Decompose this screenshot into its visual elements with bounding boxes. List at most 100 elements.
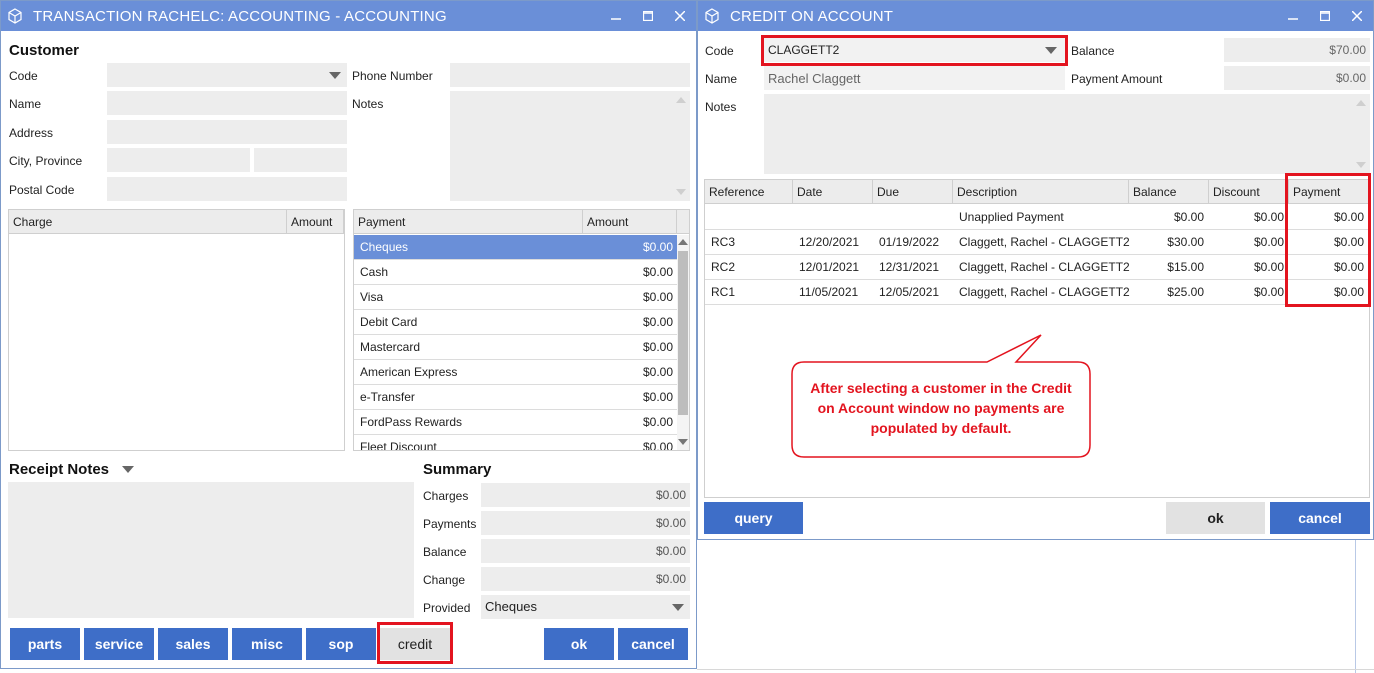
chevron-down-icon (672, 604, 684, 611)
change-label: Change (423, 573, 466, 587)
sop-button[interactable]: sop (306, 628, 376, 660)
balance-cell: $0.00 (1173, 210, 1204, 224)
transaction-window: TRANSACTION RACHELC: ACCOUNTING - ACCOUN… (0, 0, 697, 669)
city-province-label: City, Province (9, 154, 83, 168)
scroll-up-icon[interactable] (1356, 100, 1366, 106)
balance-label: Balance (1071, 44, 1115, 58)
payment-row[interactable]: FordPass Rewards $0.00 (354, 410, 677, 435)
phone-number-field[interactable] (450, 63, 690, 87)
payment-row[interactable]: Mastercard $0.00 (354, 335, 677, 360)
charges-field: $0.00 (481, 483, 690, 507)
change-value: $0.00 (655, 572, 686, 586)
provided-select[interactable]: Cheques (481, 595, 690, 619)
close-icon[interactable] (1341, 1, 1373, 31)
parts-button[interactable]: parts (10, 628, 80, 660)
date-column-header[interactable]: Date (793, 180, 873, 204)
name-value: Rachel Claggett (768, 71, 861, 86)
sales-button[interactable]: sales (158, 628, 228, 660)
payment-row[interactable]: e-Transfer $0.00 (354, 385, 677, 410)
notes-label: Notes (352, 97, 384, 111)
credit-on-account-window: CREDIT ON ACCOUNT Code CLAGGETT2 Name Ra… (697, 0, 1374, 540)
due-cell: 12/05/2021 (879, 285, 940, 299)
receipt-notes-heading[interactable]: Receipt Notes (9, 461, 109, 478)
maximize-icon[interactable] (1309, 1, 1341, 31)
credit-code-select[interactable]: CLAGGETT2 (764, 38, 1065, 62)
ok-button[interactable]: ok (544, 628, 614, 660)
due-cell: 01/19/2022 (879, 235, 940, 249)
table-row[interactable]: RC1 11/05/2021 12/05/2021 Claggett, Rach… (705, 280, 1371, 305)
receipt-notes-field[interactable] (8, 482, 414, 618)
credit-name-field[interactable]: Rachel Claggett (764, 66, 1065, 90)
charge-column-header[interactable]: Charge (9, 210, 287, 234)
payment-row[interactable]: Debit Card $0.00 (354, 310, 677, 335)
scroll-down-icon[interactable] (676, 189, 686, 195)
scroll-down-icon[interactable] (678, 439, 688, 445)
payment-cell[interactable]: $0.00 (1289, 205, 1364, 230)
query-button[interactable]: query (704, 502, 803, 534)
payment-row[interactable]: Cheques $0.00 (354, 235, 677, 260)
background-window-edge (1355, 540, 1356, 673)
customer-code-select[interactable] (107, 63, 347, 87)
description-column-header[interactable]: Description (953, 180, 1129, 204)
minimize-icon[interactable] (600, 1, 632, 31)
payment-column-header[interactable]: Payment (354, 210, 583, 234)
scroll-up-icon[interactable] (676, 97, 686, 103)
payment-row[interactable]: Cash $0.00 (354, 260, 677, 285)
chevron-down-icon[interactable] (122, 466, 134, 473)
payment-row[interactable]: American Express $0.00 (354, 360, 677, 385)
payment-cell[interactable]: $0.00 (1289, 230, 1364, 255)
discount-cell: $0.00 (1253, 260, 1284, 274)
cube-icon (8, 8, 22, 24)
scroll-down-icon[interactable] (1356, 162, 1366, 168)
balance-column-header[interactable]: Balance (1129, 180, 1209, 204)
reference-column-header[interactable]: Reference (705, 180, 793, 204)
cube-icon (705, 8, 719, 24)
credit-notes-field[interactable] (764, 94, 1370, 174)
payment-cell[interactable]: $0.00 (1289, 255, 1364, 280)
scroll-up-icon[interactable] (678, 239, 688, 245)
name-label: Name (705, 72, 738, 86)
amount-column-header[interactable]: Amount (287, 210, 344, 234)
summary-heading: Summary (423, 461, 492, 478)
maximize-icon[interactable] (632, 1, 664, 31)
table-row[interactable]: RC2 12/01/2021 12/31/2021 Claggett, Rach… (705, 255, 1371, 280)
ok-button[interactable]: ok (1166, 502, 1265, 534)
payment-scrollbar[interactable] (677, 235, 689, 450)
postal-code-field[interactable] (107, 177, 347, 201)
misc-button[interactable]: misc (232, 628, 302, 660)
payment-row[interactable]: Visa $0.00 (354, 285, 677, 310)
payment-column-header[interactable]: Payment (1289, 180, 1369, 204)
payment-table[interactable]: Payment Amount Cheques $0.00 Cash $0.00 Vi… (353, 209, 690, 451)
balance-cell: $25.00 (1167, 285, 1204, 299)
cancel-button[interactable]: cancel (618, 628, 688, 660)
payments-label: Payments (423, 517, 477, 531)
customer-name-field[interactable] (107, 91, 347, 115)
credit-button[interactable]: credit (380, 628, 450, 660)
table-row[interactable]: Unapplied Payment $0.00 $0.00 $0.00 (705, 205, 1371, 230)
reference-cell: RC2 (711, 260, 736, 274)
payment-amount-field[interactable]: $0.00 (1224, 66, 1370, 90)
city-field[interactable] (107, 148, 250, 172)
amount-column-header[interactable]: Amount (583, 210, 677, 234)
customer-notes-field[interactable] (450, 91, 690, 201)
payment-rows: Cheques $0.00 Cash $0.00 Visa $0.00 Debit C… (354, 235, 677, 450)
scroll-thumb[interactable] (678, 251, 688, 415)
service-button[interactable]: service (84, 628, 154, 660)
payment-row[interactable]: Fleet Discount $0.00 (354, 435, 677, 450)
due-column-header[interactable]: Due (873, 180, 953, 204)
customer-address-field[interactable] (107, 120, 347, 144)
phone-number-label: Phone Number (352, 69, 433, 83)
due-cell: 12/31/2021 (879, 260, 940, 274)
charge-table[interactable]: Charge Amount (8, 209, 345, 451)
credit-titlebar[interactable]: CREDIT ON ACCOUNT (698, 1, 1373, 31)
reference-cell: RC3 (711, 235, 736, 249)
minimize-icon[interactable] (1277, 1, 1309, 31)
payment-cell[interactable]: $0.00 (1289, 280, 1364, 305)
discount-column-header[interactable]: Discount (1209, 180, 1289, 204)
table-row[interactable]: RC3 12/20/2021 01/19/2022 Claggett, Rach… (705, 230, 1371, 255)
province-field[interactable] (254, 148, 347, 172)
close-icon[interactable] (664, 1, 696, 31)
discount-cell: $0.00 (1253, 285, 1284, 299)
transaction-titlebar[interactable]: TRANSACTION RACHELC: ACCOUNTING - ACCOUN… (1, 1, 696, 31)
cancel-button[interactable]: cancel (1270, 502, 1370, 534)
